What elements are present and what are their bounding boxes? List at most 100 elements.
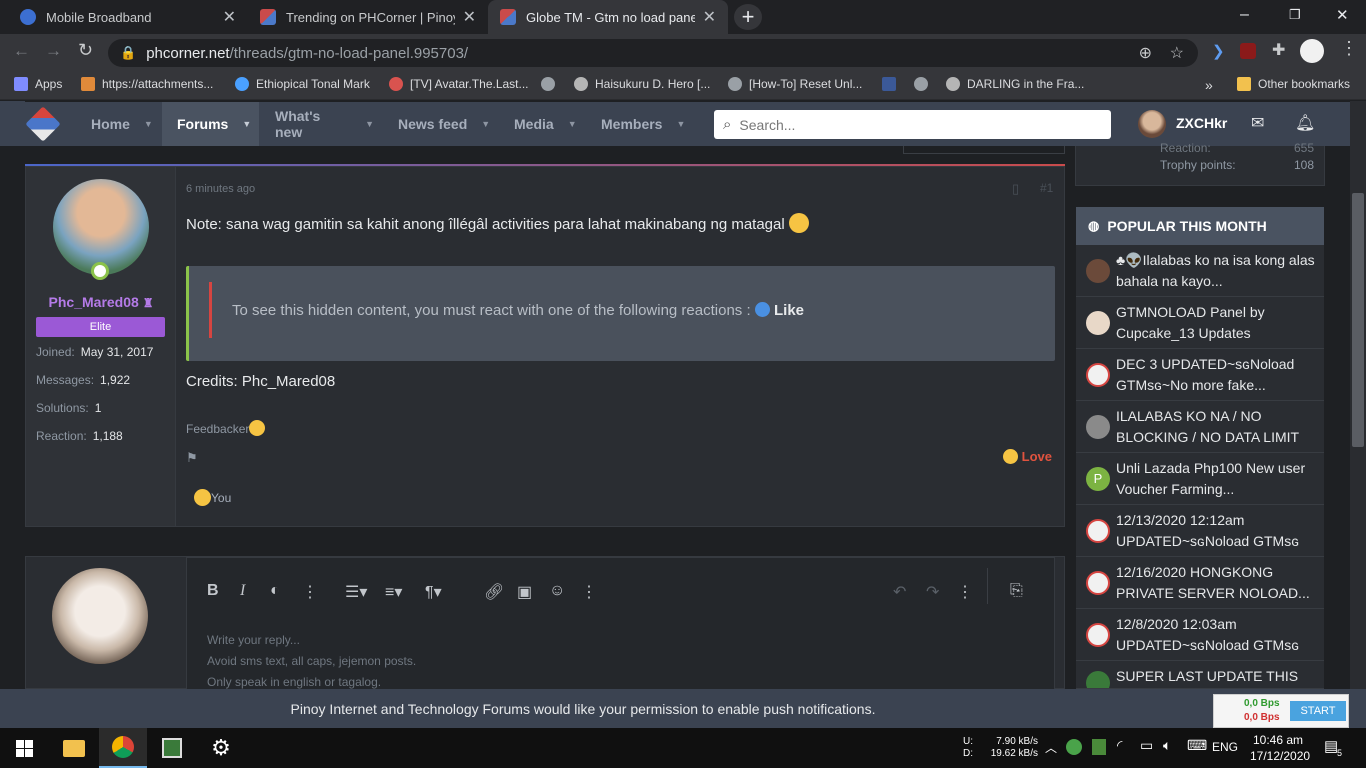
nav-forums[interactable]: Forums ▼: [162, 102, 259, 146]
tab-trending[interactable]: Trending on PHCorner | Pinoy Int ✕: [248, 0, 488, 34]
close-window-button[interactable]: ✕: [1336, 6, 1356, 24]
bookmark-facebook[interactable]: [882, 77, 903, 91]
image-icon[interactable]: ▣: [517, 582, 532, 602]
popular-item[interactable]: P Unli Lazada Php100 New user Voucher Far…: [1076, 453, 1324, 505]
love-reaction-button[interactable]: Love: [1003, 449, 1052, 464]
chevron-down-icon[interactable]: ▼: [365, 119, 374, 129]
reactions-bar[interactable]: You: [194, 489, 231, 506]
address-bar[interactable]: 🔒 phcorner.net/threads/gtm-no-load-panel…: [108, 39, 1198, 67]
bell-icon[interactable]: 🔔︎: [1295, 113, 1315, 133]
scrollbar-thumb[interactable]: [1352, 193, 1364, 447]
tab-globe-tm[interactable]: Globe TM - Gtm no load panel | P ✕: [488, 0, 728, 34]
bookmark-darling[interactable]: DARLING in the Fra...: [946, 77, 1084, 91]
page-scrollbar[interactable]: [1350, 101, 1366, 689]
back-icon[interactable]: ←: [13, 41, 30, 61]
ublock-icon[interactable]: [1240, 43, 1256, 59]
nav-members[interactable]: Members ▼: [587, 102, 697, 146]
tray-app-icon[interactable]: [1066, 739, 1082, 755]
tab-mobile-broadband[interactable]: Mobile Broadband ✕: [8, 0, 248, 34]
bold-icon[interactable]: B: [207, 582, 219, 600]
palette-icon[interactable]: ◐: [270, 582, 280, 600]
bookmark-reset[interactable]: [How-To] Reset Unl...: [728, 77, 862, 91]
chevron-down-icon[interactable]: ▼: [481, 119, 490, 129]
nav-username[interactable]: ZXCHkr: [1176, 115, 1227, 131]
file-explorer-icon[interactable]: [50, 728, 98, 768]
author-avatar[interactable]: [53, 179, 149, 275]
language-indicator[interactable]: ENG: [1212, 740, 1238, 754]
windows-start-icon[interactable]: [0, 728, 48, 768]
other-bookmarks[interactable]: Other bookmarks: [1237, 77, 1350, 91]
popular-item[interactable]: SUPER LAST UPDATE THIS: [1076, 661, 1324, 689]
bookmark-haisukuru[interactable]: Haisukuru D. Hero [...: [574, 77, 710, 91]
chrome-icon[interactable]: [99, 728, 147, 768]
tray-chevron-icon[interactable]: ︿: [1045, 739, 1057, 756]
italic-icon[interactable]: I: [240, 582, 245, 600]
popular-item[interactable]: ILALABAS KO NA / NO BLOCKING / NO DATA L…: [1076, 401, 1324, 453]
preview-icon[interactable]: ⎘: [1010, 582, 1023, 600]
report-flag-icon[interactable]: ⚑: [186, 450, 198, 466]
bookmarks-overflow-button[interactable]: »: [1205, 77, 1213, 93]
chevron-down-icon[interactable]: ▼: [242, 119, 251, 129]
start-button[interactable]: START: [1290, 701, 1346, 721]
bookmark-icon[interactable]: ▯: [1012, 181, 1019, 197]
minimize-button[interactable]: –: [1240, 6, 1260, 24]
paragraph-icon[interactable]: ¶▾: [425, 582, 442, 602]
battery-icon[interactable]: ▭: [1140, 737, 1153, 754]
new-tab-button[interactable]: +: [734, 4, 762, 30]
tray-meter-icon[interactable]: [1092, 739, 1106, 755]
chevron-down-icon[interactable]: ▼: [568, 119, 577, 129]
link-icon[interactable]: 🔗︎: [484, 582, 504, 602]
profile-avatar[interactable]: [1300, 39, 1324, 63]
smiley-icon[interactable]: ☺: [549, 582, 565, 600]
nav-media[interactable]: Media ▼: [500, 102, 580, 146]
keyboard-icon[interactable]: ⌨: [1187, 737, 1207, 754]
search-input[interactable]: ⌕ Search...: [714, 110, 1111, 139]
author-name[interactable]: Phc_Mared08 ♜: [26, 294, 176, 310]
popular-item[interactable]: DEC 3 UPDATED~ѕɢNoload GTMѕɢ~No more fak…: [1076, 349, 1324, 401]
volume-icon[interactable]: 🔈︎: [1163, 737, 1171, 754]
user-avatar[interactable]: [1138, 110, 1166, 138]
close-tab-icon[interactable]: ✕: [463, 7, 476, 27]
chevron-down-icon[interactable]: ▼: [144, 119, 153, 129]
nav-home[interactable]: Home ▼: [77, 102, 159, 146]
popular-item[interactable]: 12/13/2020 12:12am UPDATED~ѕɢNoload GTMѕ…: [1076, 505, 1324, 557]
maximize-button[interactable]: ❐: [1289, 7, 1309, 23]
list-icon[interactable]: ☰▾: [345, 582, 367, 602]
reload-icon[interactable]: ↻: [78, 40, 93, 61]
bookmark-apps[interactable]: Apps: [14, 77, 62, 91]
close-tab-icon[interactable]: ✕: [223, 7, 236, 27]
clock[interactable]: 10:46 am 17/12/2020: [1250, 732, 1310, 764]
settings-gear-icon[interactable]: ⚙: [197, 728, 245, 768]
bookmark-avatar[interactable]: [TV] Avatar.The.Last...: [389, 77, 529, 91]
bookmark-attachments[interactable]: https://attachments...: [81, 77, 213, 91]
editor-box[interactable]: Write your reply... Avoid sms text, all …: [186, 557, 1055, 690]
envelope-icon[interactable]: ✉: [1251, 113, 1264, 133]
more-options-icon[interactable]: ⋮: [957, 582, 973, 602]
post-number[interactable]: #1: [1040, 181, 1053, 195]
redo-icon[interactable]: ↷: [926, 582, 939, 602]
popular-item[interactable]: 12/16/2020 HONGKONG PRIVATE SERVER NOLOA…: [1076, 557, 1324, 609]
more-options-icon[interactable]: ⋮: [302, 582, 318, 602]
wifi-icon[interactable]: ◜: [1117, 737, 1122, 754]
task-manager-icon[interactable]: [148, 728, 196, 768]
nav-whats-new[interactable]: What's new ▼: [261, 102, 374, 146]
popular-item[interactable]: ♣👽Ilalabas ko na isa kong alas bahala na…: [1076, 245, 1324, 297]
post-timestamp[interactable]: 6 minutes ago: [186, 183, 255, 195]
editor-placeholder[interactable]: Write your reply... Avoid sms text, all …: [207, 630, 416, 693]
star-bookmark-icon[interactable]: ☆: [1170, 43, 1184, 63]
bookmark-globe-2[interactable]: [914, 77, 935, 91]
phcorner-logo[interactable]: [25, 106, 61, 142]
add-icon[interactable]: ⊕: [1139, 43, 1152, 63]
align-icon[interactable]: ≡▾: [385, 582, 402, 602]
close-tab-icon[interactable]: ✕: [703, 7, 716, 27]
bookmark-ethiopical[interactable]: Ethiopical Tonal Mark: [235, 77, 370, 91]
nav-news-feed[interactable]: News feed ▼: [384, 102, 494, 146]
popular-item[interactable]: 12/8/2020 12:03am UPDATED~ѕɢNoload GTMѕɢ: [1076, 609, 1324, 661]
chevron-down-icon[interactable]: ▼: [676, 119, 685, 129]
popular-item[interactable]: GTMNOLOAD Panel by Cupcake_13 Updates: [1076, 297, 1324, 349]
extensions-puzzle-icon[interactable]: ✚: [1272, 40, 1285, 60]
bookmark-globe[interactable]: [541, 77, 562, 91]
menu-icon[interactable]: ⋮: [1340, 38, 1358, 59]
more-options-icon[interactable]: ⋮: [581, 582, 597, 602]
undo-icon[interactable]: ↶: [893, 582, 906, 602]
